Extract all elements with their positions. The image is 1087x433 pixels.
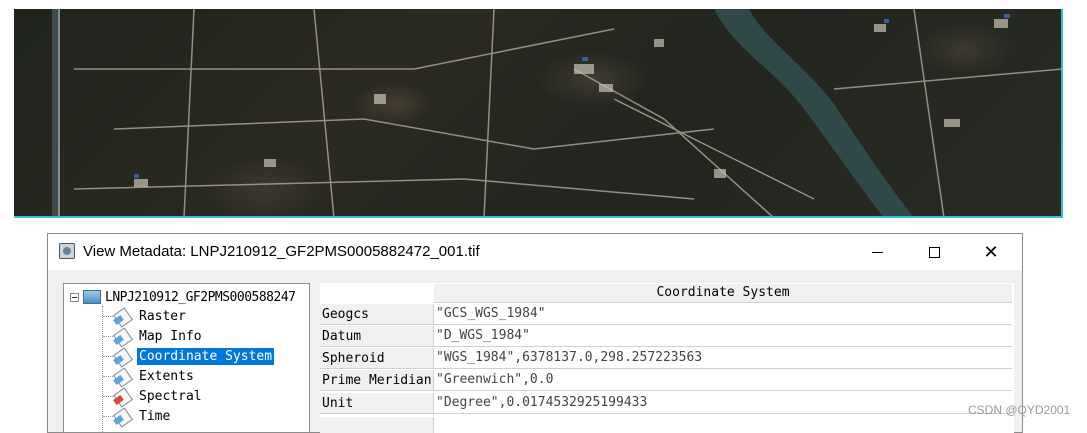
document-icon [113,348,131,365]
image-features [52,9,1061,216]
tree-item-label: Extents [139,369,194,384]
table-row[interactable]: Datum "D_WGS_1984" [320,326,1014,348]
tree-root-label: LNPJ210912_GF2PMS000588247 [105,289,296,305]
minimize-icon [871,251,883,253]
tree-item-label: Spectral [139,389,202,404]
coordinate-system-table[interactable]: Coordinate System Geogcs "GCS_WGS_1984" … [320,283,1014,433]
tree-item-spectral[interactable]: Spectral [103,387,204,406]
spectral-icon [113,388,131,405]
row-key: Geogcs [320,304,434,325]
satellite-image [14,9,1063,218]
maximize-icon [928,246,940,258]
row-value[interactable]: "WGS_1984",6378137.0,298.257223563 [434,348,1012,369]
table-row[interactable]: Spheroid "WGS_1984",6378137.0,298.257223… [320,348,1014,370]
view-metadata-window: View Metadata: LNPJ210912_GF2PMS00058824… [47,233,1023,433]
tree-item-label: Time [139,409,171,424]
row-key: Unit [320,393,434,414]
minimize-button[interactable] [854,238,900,266]
tree-item-label: Coordinate System [137,348,275,365]
document-icon [113,408,131,425]
document-icon [113,328,131,345]
tree-item-label: Map Info [139,329,202,344]
title-bar: View Metadata: LNPJ210912_GF2PMS00058824… [48,234,1022,270]
tree-item-raster[interactable]: Raster [103,307,188,326]
watermark: CSDN @QYD2001 [968,403,1071,417]
row-value[interactable]: "Degree",0.0174532925199433 [434,393,1012,414]
close-button[interactable]: ✕ [968,238,1014,266]
table-row[interactable]: Prime Meridian "Greenwich",0.0 [320,370,1014,392]
tree-item-label: Raster [139,309,186,324]
row-value[interactable]: "Greenwich",0.0 [434,370,1012,391]
collapse-icon[interactable] [70,292,79,302]
row-key: Prime Meridian [320,370,434,391]
table-row[interactable]: Geogcs "GCS_WGS_1984" [320,304,1014,326]
table-empty-row [320,417,434,433]
row-key: Datum [320,326,434,347]
metadata-tree[interactable]: LNPJ210912_GF2PMS000588247 Raster Map In… [63,283,310,433]
tree-item-map-info[interactable]: Map Info [103,327,204,346]
window-title: View Metadata: LNPJ210912_GF2PMS00058824… [83,243,480,260]
row-value[interactable]: "D_WGS_1984" [434,326,1012,347]
raster-file-icon [83,290,101,304]
document-icon [113,368,131,385]
tree-item-extents[interactable]: Extents [103,367,196,386]
table-header: Coordinate System [434,284,1012,303]
table-row[interactable]: Unit "Degree",0.0174532925199433 [320,393,1014,415]
app-icon [59,243,75,259]
tree-item-time[interactable]: Time [103,407,172,426]
maximize-button[interactable] [911,238,957,266]
close-icon: ✕ [983,241,999,262]
tree-item-coordinate-system[interactable]: Coordinate System [103,347,275,366]
row-value[interactable]: "GCS_WGS_1984" [434,304,1012,325]
tree-root[interactable]: LNPJ210912_GF2PMS000588247 [70,289,296,305]
document-icon [113,308,131,325]
row-key: Spheroid [320,348,434,369]
